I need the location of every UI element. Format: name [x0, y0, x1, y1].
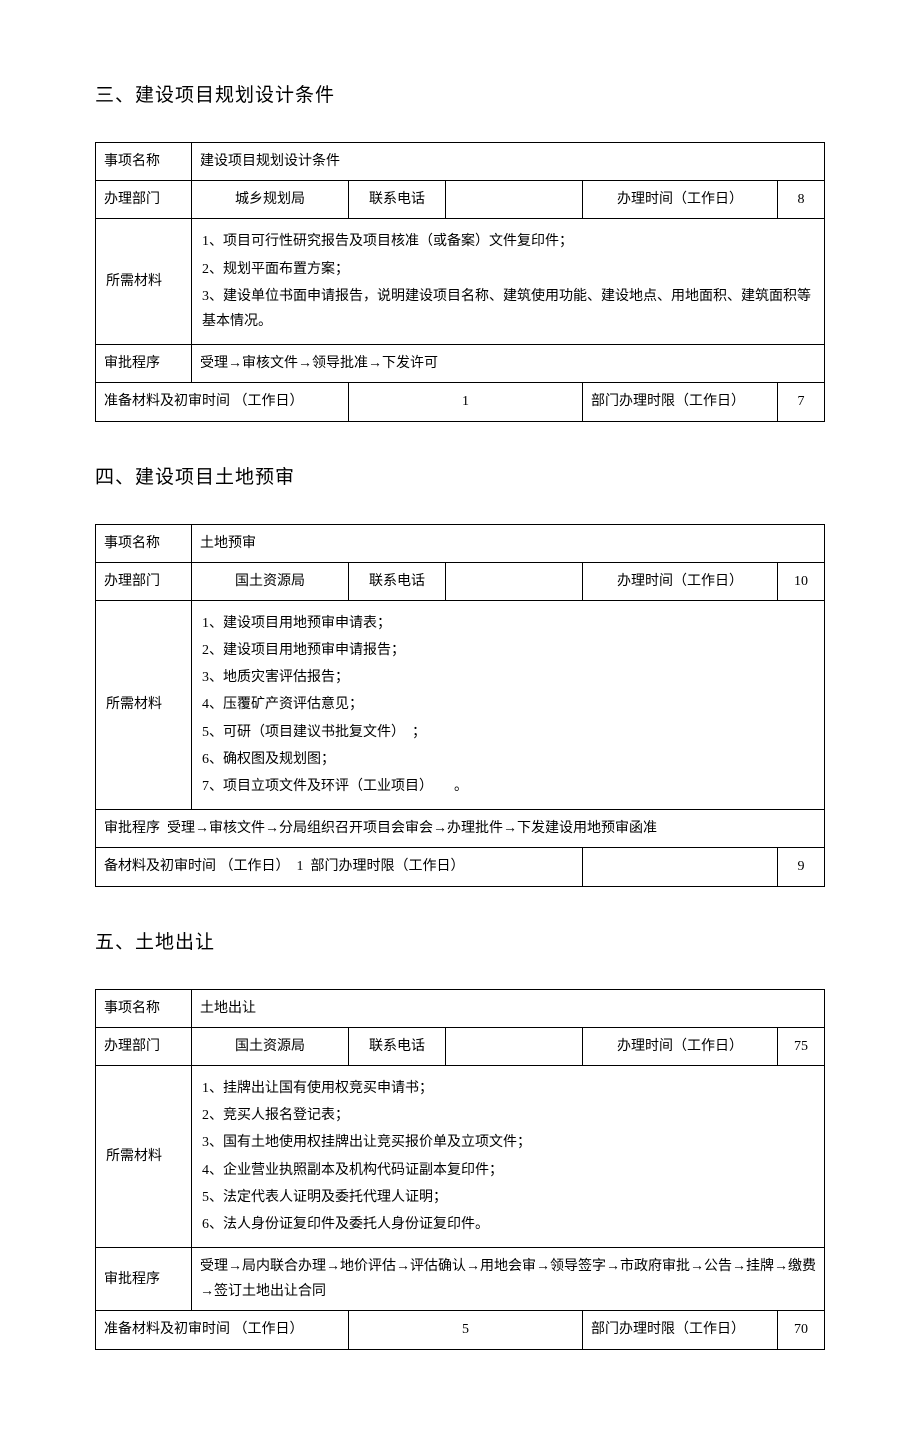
phone-value — [446, 562, 583, 600]
materials-label: 所需材料 — [96, 219, 192, 345]
dept-time-label: 部门办理时限（工作日） — [583, 383, 778, 421]
approval-row: 审批程序 受理→审核文件→分局组织召开项目会审会→办理批件→下发建设用地预审函准 — [96, 810, 825, 848]
material-item: 1、挂牌出让国有使用权竞买申请书； — [202, 1076, 814, 1101]
dept-label: 办理部门 — [96, 181, 192, 219]
material-item: 3、建设单位书面申请报告，说明建设项目名称、建筑使用功能、建设地点、用地面积、建… — [202, 284, 814, 334]
item-name-label: 事项名称 — [96, 524, 192, 562]
section-heading-3: 三、建设项目规划设计条件 — [95, 80, 825, 107]
dept-time-value: 7 — [778, 383, 825, 421]
phone-label: 联系电话 — [349, 181, 446, 219]
item-name-label: 事项名称 — [96, 143, 192, 181]
time-label: 办理时间（工作日） — [583, 181, 778, 219]
dept-time-value: 70 — [778, 1311, 825, 1349]
prep-value: 1 — [297, 859, 304, 874]
dept-value: 城乡规划局 — [192, 181, 349, 219]
material-item: 3、地质灾害评估报告； — [202, 665, 814, 690]
material-item: 2、竞买人报名登记表； — [202, 1103, 814, 1128]
item-name-label: 事项名称 — [96, 989, 192, 1027]
spacer — [583, 848, 778, 886]
material-item: 6、确权图及规划图； — [202, 747, 814, 772]
prep-row: 备材料及初审时间 （工作日） 1 部门办理时限（工作日） — [96, 848, 583, 886]
time-value: 10 — [778, 562, 825, 600]
prep-value: 5 — [349, 1311, 583, 1349]
material-item: 7、项目立项文件及环评（工业项目） 。 — [202, 774, 814, 799]
table-section-3: 事项名称 建设项目规划设计条件 办理部门 城乡规划局 联系电话 办理时间（工作日… — [95, 142, 825, 422]
time-label: 办理时间（工作日） — [583, 562, 778, 600]
dept-value: 国土资源局 — [192, 562, 349, 600]
section-heading-4: 四、建设项目土地预审 — [95, 462, 825, 489]
approval-value: 受理→审核文件→领导批准→下发许可 — [192, 345, 825, 383]
prep-label: 准备材料及初审时间 （工作日） — [96, 383, 349, 421]
dept-time-value: 9 — [778, 848, 825, 886]
phone-label: 联系电话 — [349, 1027, 446, 1065]
materials-list: 1、建设项目用地预审申请表； 2、建设项目用地预审申请报告； 3、地质灾害评估报… — [192, 600, 825, 809]
prep-label: 备材料及初审时间 （工作日） — [104, 859, 290, 874]
material-item: 2、建设项目用地预审申请报告； — [202, 638, 814, 663]
prep-value: 1 — [349, 383, 583, 421]
dept-label: 办理部门 — [96, 562, 192, 600]
materials-label: 所需材料 — [96, 1065, 192, 1247]
material-item: 2、规划平面布置方案； — [202, 257, 814, 282]
material-item: 5、可研（项目建议书批复文件） ； — [202, 720, 814, 745]
dept-label: 办理部门 — [96, 1027, 192, 1065]
material-item: 1、建设项目用地预审申请表； — [202, 611, 814, 636]
dept-value: 国土资源局 — [192, 1027, 349, 1065]
material-item: 5、法定代表人证明及委托代理人证明； — [202, 1185, 814, 1210]
dept-time-label: 部门办理时限（工作日） — [311, 859, 465, 874]
material-item: 1、项目可行性研究报告及项目核准（或备案）文件复印件； — [202, 229, 814, 254]
approval-value: 受理→审核文件→分局组织召开项目会审会→办理批件→下发建设用地预审函准 — [167, 821, 657, 836]
table-section-5: 事项名称 土地出让 办理部门 国土资源局 联系电话 办理时间（工作日） 75 所… — [95, 989, 825, 1350]
time-value: 75 — [778, 1027, 825, 1065]
section-heading-5: 五、土地出让 — [95, 927, 825, 954]
dept-time-label: 部门办理时限（工作日） — [583, 1311, 778, 1349]
material-item: 6、法人身份证复印件及委托人身份证复印件。 — [202, 1212, 814, 1237]
materials-list: 1、挂牌出让国有使用权竞买申请书； 2、竞买人报名登记表； 3、国有土地使用权挂… — [192, 1065, 825, 1247]
approval-value: 受理→局内联合办理→地价评估→评估确认→用地会审→领导签字→市政府审批→公告→挂… — [192, 1248, 825, 1311]
time-value: 8 — [778, 181, 825, 219]
materials-list: 1、项目可行性研究报告及项目核准（或备案）文件复印件； 2、规划平面布置方案； … — [192, 219, 825, 345]
material-item: 3、国有土地使用权挂牌出让竞买报价单及立项文件； — [202, 1130, 814, 1155]
material-item: 4、压覆矿产资评估意见； — [202, 692, 814, 717]
item-name-value: 土地出让 — [192, 989, 825, 1027]
prep-label: 准备材料及初审时间 （工作日） — [96, 1311, 349, 1349]
item-name-value: 土地预审 — [192, 524, 825, 562]
phone-label: 联系电话 — [349, 562, 446, 600]
item-name-value: 建设项目规划设计条件 — [192, 143, 825, 181]
phone-value — [446, 181, 583, 219]
approval-label: 审批程序 — [104, 821, 160, 836]
approval-label: 审批程序 — [96, 345, 192, 383]
time-label: 办理时间（工作日） — [583, 1027, 778, 1065]
material-item: 4、企业营业执照副本及机构代码证副本复印件； — [202, 1158, 814, 1183]
table-section-4: 事项名称 土地预审 办理部门 国土资源局 联系电话 办理时间（工作日） 10 所… — [95, 524, 825, 887]
approval-label: 审批程序 — [96, 1248, 192, 1311]
phone-value — [446, 1027, 583, 1065]
materials-label: 所需材料 — [96, 600, 192, 809]
